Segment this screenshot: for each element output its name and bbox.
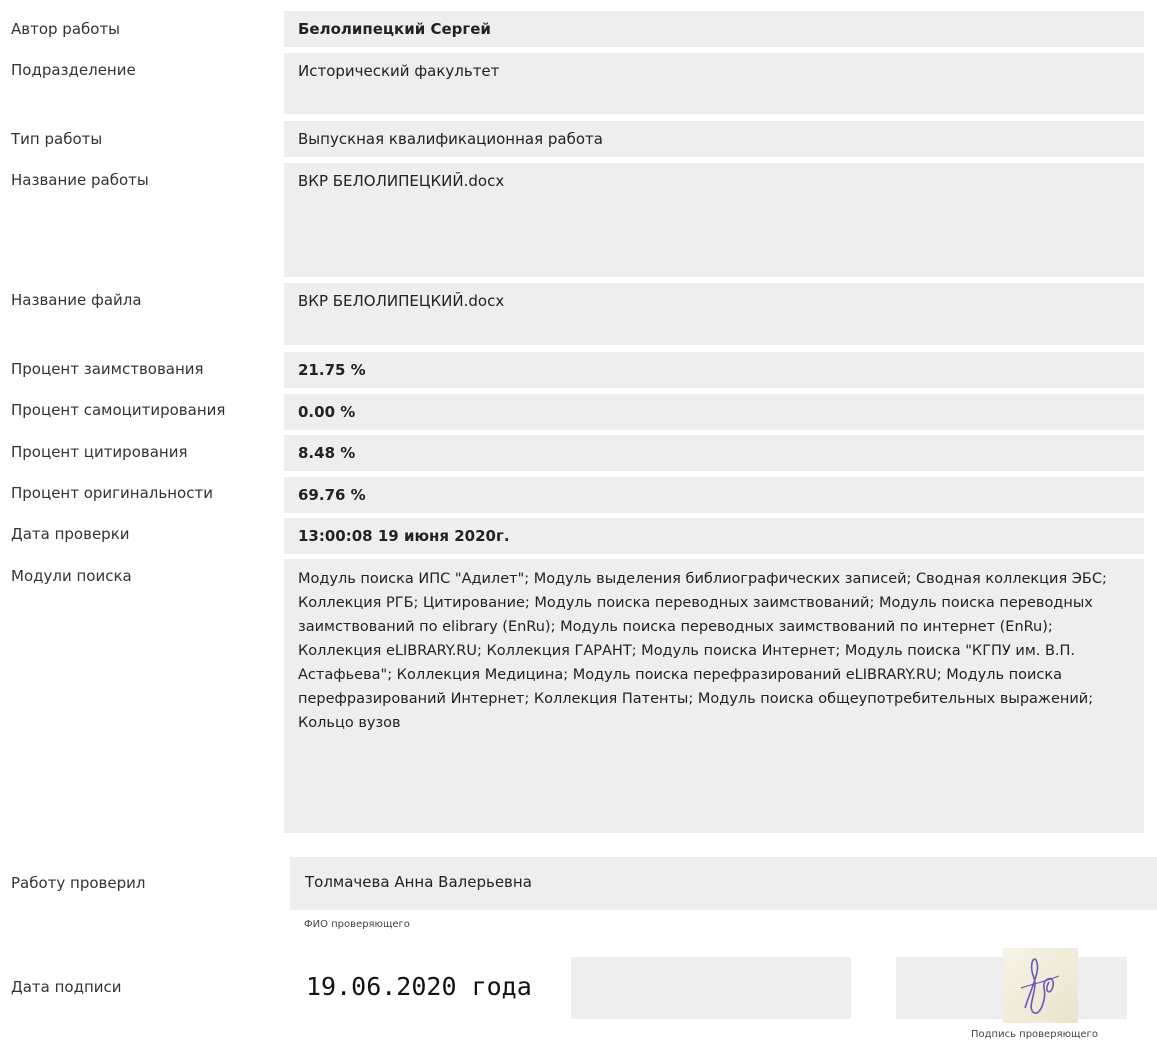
value-self-citation-percent: 0.00 % <box>284 394 1144 430</box>
handwritten-signature-icon <box>1020 958 1060 1014</box>
value-originality-percent: 69.76 % <box>284 477 1144 513</box>
label-borrowing-percent: Процент заимствования <box>11 360 204 378</box>
label-checked-by: Работу проверил <box>11 874 146 892</box>
value-borrowing-percent: 21.75 % <box>284 352 1144 388</box>
signature-caption: Подпись проверяющего <box>971 1029 1098 1040</box>
label-sign-date: Дата подписи <box>11 978 122 996</box>
checked-by-name: Толмачева Анна Валерьевна <box>305 873 532 891</box>
label-check-date: Дата проверки <box>11 525 130 543</box>
value-work-title: ВКР БЕЛОЛИПЕЦКИЙ.docx <box>284 163 1144 277</box>
value-search-modules: Модуль поиска ИПС "Адилет"; Модуль выдел… <box>284 559 1144 833</box>
label-file-name: Название файла <box>11 291 142 309</box>
checked-by-field: Толмачева Анна Валерьевна <box>290 857 1157 910</box>
label-author: Автор работы <box>11 20 121 38</box>
label-search-modules: Модули поиска <box>11 567 132 585</box>
value-author: Белолипецкий Сергей <box>284 11 1144 47</box>
sign-date-field <box>571 957 851 1019</box>
checked-by-caption: ФИО проверяющего <box>304 919 410 930</box>
label-self-citation-percent: Процент самоцитирования <box>11 401 226 419</box>
label-citation-percent: Процент цитирования <box>11 443 188 461</box>
value-file-name: ВКР БЕЛОЛИПЕЦКИЙ.docx <box>284 283 1144 345</box>
value-citation-percent: 8.48 % <box>284 435 1144 471</box>
value-check-date: 13:00:08 19 июня 2020г. <box>284 518 1144 554</box>
signature-image <box>1003 948 1078 1023</box>
value-department: Исторический факультет <box>284 53 1144 114</box>
label-work-title: Название работы <box>11 171 149 189</box>
value-work-type: Выпускная квалификационная работа <box>284 121 1144 157</box>
label-department: Подразделение <box>11 61 136 79</box>
label-work-type: Тип работы <box>11 130 103 148</box>
label-originality-percent: Процент оригинальности <box>11 484 213 502</box>
sign-date-value: 19.06.2020 года <box>306 972 532 1001</box>
